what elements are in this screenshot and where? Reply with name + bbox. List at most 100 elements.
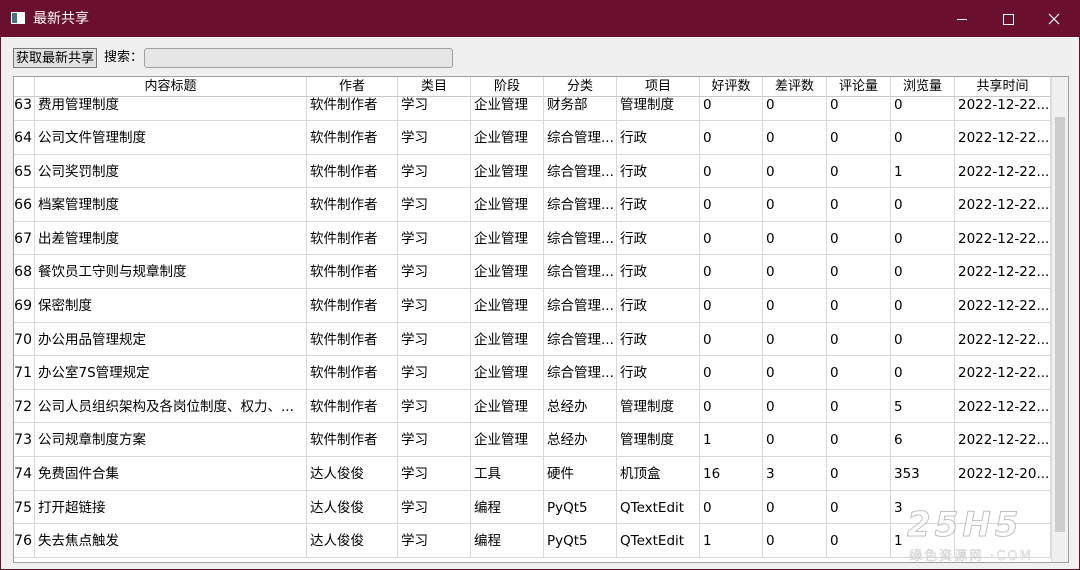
share-table[interactable]: 内容标题 作者 类目 阶段 分类 项目 好评数 差评数 评论量 浏览量 共享时间 63 费用管理制度 软件… bbox=[13, 76, 1069, 563]
table-cell-likes[interactable]: 0 bbox=[700, 390, 763, 423]
table-cell-stage[interactable]: 企业管理 bbox=[471, 423, 544, 457]
table-cell-author[interactable]: 软件制作者 bbox=[307, 97, 398, 121]
row-header[interactable]: 75 bbox=[14, 491, 35, 524]
table-cell-share-time[interactable]: 2022-12-22... bbox=[955, 255, 1051, 289]
table-cell-author[interactable]: 软件制作者 bbox=[307, 121, 398, 155]
row-header[interactable]: 73 bbox=[14, 423, 35, 457]
table-cell-author[interactable]: 软件制作者 bbox=[307, 255, 398, 289]
column-header-class[interactable]: 分类 bbox=[544, 77, 617, 97]
table-cell-author[interactable]: 软件制作者 bbox=[307, 188, 398, 222]
maximize-button[interactable] bbox=[985, 1, 1031, 37]
table-cell-views[interactable]: 1 bbox=[891, 524, 955, 558]
close-button[interactable] bbox=[1031, 1, 1077, 37]
row-header[interactable]: 65 bbox=[14, 155, 35, 188]
table-cell-project[interactable]: 行政 bbox=[617, 121, 700, 155]
table-cell-class[interactable]: PyQt5 bbox=[544, 524, 617, 558]
table-cell-stage[interactable]: 企业管理 bbox=[471, 289, 544, 323]
table-cell-views[interactable]: 353 bbox=[891, 457, 955, 491]
table-cell-dislikes[interactable]: 0 bbox=[763, 356, 827, 390]
table-cell-stage[interactable]: 企业管理 bbox=[471, 188, 544, 222]
table-cell-author[interactable]: 软件制作者 bbox=[307, 155, 398, 188]
table-cell-share-time[interactable]: 2022-12-22... bbox=[955, 188, 1051, 222]
table-cell-views[interactable]: 6 bbox=[891, 423, 955, 457]
row-header[interactable]: 66 bbox=[14, 188, 35, 222]
table-cell-dislikes[interactable]: 0 bbox=[763, 155, 827, 188]
table-cell-comments[interactable]: 0 bbox=[827, 423, 891, 457]
table-cell-dislikes[interactable]: 0 bbox=[763, 222, 827, 255]
table-cell-likes[interactable]: 0 bbox=[700, 491, 763, 524]
table-cell-share-time[interactable]: 2022-12-22... bbox=[955, 289, 1051, 323]
table-cell-stage[interactable]: 企业管理 bbox=[471, 323, 544, 356]
table-cell-title[interactable]: 公司人员组织架构及各岗位制度、权力、... bbox=[35, 390, 307, 423]
table-cell-likes[interactable]: 0 bbox=[700, 323, 763, 356]
table-cell-stage[interactable]: 企业管理 bbox=[471, 97, 544, 121]
column-header-likes[interactable]: 好评数 bbox=[700, 77, 763, 97]
table-cell-comments[interactable]: 0 bbox=[827, 323, 891, 356]
table-cell-stage[interactable]: 编程 bbox=[471, 524, 544, 558]
table-cell-share-time[interactable]: 2022-12-22... bbox=[955, 155, 1051, 188]
table-cell-likes[interactable]: 0 bbox=[700, 356, 763, 390]
table-cell-stage[interactable]: 编程 bbox=[471, 491, 544, 524]
table-cell-likes[interactable]: 1 bbox=[700, 524, 763, 558]
row-header[interactable]: 67 bbox=[14, 222, 35, 255]
row-header[interactable]: 69 bbox=[14, 289, 35, 323]
table-cell-category[interactable]: 学习 bbox=[398, 457, 471, 491]
table-cell-title[interactable]: 费用管理制度 bbox=[35, 97, 307, 121]
column-header-author[interactable]: 作者 bbox=[307, 77, 398, 97]
row-header[interactable]: 72 bbox=[14, 390, 35, 423]
table-cell-stage[interactable]: 企业管理 bbox=[471, 255, 544, 289]
column-header-title[interactable]: 内容标题 bbox=[35, 77, 307, 97]
table-cell-title[interactable]: 公司规章制度方案 bbox=[35, 423, 307, 457]
table-cell-project[interactable]: 行政 bbox=[617, 155, 700, 188]
table-cell-stage[interactable]: 企业管理 bbox=[471, 155, 544, 188]
column-header-stage[interactable]: 阶段 bbox=[471, 77, 544, 97]
table-cell-title[interactable]: 档案管理制度 bbox=[35, 188, 307, 222]
table-cell-class[interactable]: 综合管理... bbox=[544, 323, 617, 356]
title-bar[interactable]: 最新共享 bbox=[1, 1, 1079, 37]
table-cell-category[interactable]: 学习 bbox=[398, 222, 471, 255]
column-header-share-time[interactable]: 共享时间 bbox=[955, 77, 1051, 97]
table-cell-dislikes[interactable]: 0 bbox=[763, 390, 827, 423]
column-header-comments[interactable]: 评论量 bbox=[827, 77, 891, 97]
table-cell-share-time[interactable]: 2022-12-22... bbox=[955, 222, 1051, 255]
table-cell-likes[interactable]: 0 bbox=[700, 188, 763, 222]
table-cell-category[interactable]: 学习 bbox=[398, 491, 471, 524]
table-cell-views[interactable]: 0 bbox=[891, 255, 955, 289]
table-cell-likes[interactable]: 0 bbox=[700, 121, 763, 155]
table-cell-class[interactable]: 财务部 bbox=[544, 97, 617, 121]
row-header[interactable]: 71 bbox=[14, 356, 35, 390]
table-cell-dislikes[interactable]: 0 bbox=[763, 323, 827, 356]
table-cell-views[interactable]: 0 bbox=[891, 222, 955, 255]
table-cell-project[interactable]: 行政 bbox=[617, 188, 700, 222]
table-cell-category[interactable]: 学习 bbox=[398, 188, 471, 222]
table-cell-views[interactable]: 0 bbox=[891, 121, 955, 155]
table-cell-title[interactable]: 打开超链接 bbox=[35, 491, 307, 524]
table-cell-likes[interactable]: 0 bbox=[700, 155, 763, 188]
table-cell-category[interactable]: 学习 bbox=[398, 97, 471, 121]
table-cell-views[interactable]: 0 bbox=[891, 323, 955, 356]
table-cell-comments[interactable]: 0 bbox=[827, 289, 891, 323]
table-cell-stage[interactable]: 工具 bbox=[471, 457, 544, 491]
table-cell-author[interactable]: 软件制作者 bbox=[307, 390, 398, 423]
row-header[interactable]: 63 bbox=[14, 97, 35, 121]
table-cell-dislikes[interactable]: 0 bbox=[763, 524, 827, 558]
table-cell-views[interactable]: 0 bbox=[891, 188, 955, 222]
table-cell-views[interactable]: 0 bbox=[891, 289, 955, 323]
table-cell-comments[interactable]: 0 bbox=[827, 97, 891, 121]
table-cell-likes[interactable]: 0 bbox=[700, 222, 763, 255]
table-cell-category[interactable]: 学习 bbox=[398, 155, 471, 188]
table-cell-views[interactable]: 0 bbox=[891, 356, 955, 390]
table-cell-class[interactable]: 综合管理... bbox=[544, 356, 617, 390]
table-cell-title[interactable]: 保密制度 bbox=[35, 289, 307, 323]
table-cell-project[interactable]: 管理制度 bbox=[617, 97, 700, 121]
table-cell-likes[interactable]: 16 bbox=[700, 457, 763, 491]
table-cell-comments[interactable]: 0 bbox=[827, 524, 891, 558]
column-header-category[interactable]: 类目 bbox=[398, 77, 471, 97]
table-cell-project[interactable]: 行政 bbox=[617, 255, 700, 289]
table-cell-project[interactable]: 行政 bbox=[617, 222, 700, 255]
table-cell-title[interactable]: 失去焦点触发 bbox=[35, 524, 307, 558]
table-cell-class[interactable]: 总经办 bbox=[544, 423, 617, 457]
table-cell-class[interactable]: 综合管理... bbox=[544, 289, 617, 323]
table-cell-likes[interactable]: 0 bbox=[700, 289, 763, 323]
table-cell-likes[interactable]: 0 bbox=[700, 97, 763, 121]
